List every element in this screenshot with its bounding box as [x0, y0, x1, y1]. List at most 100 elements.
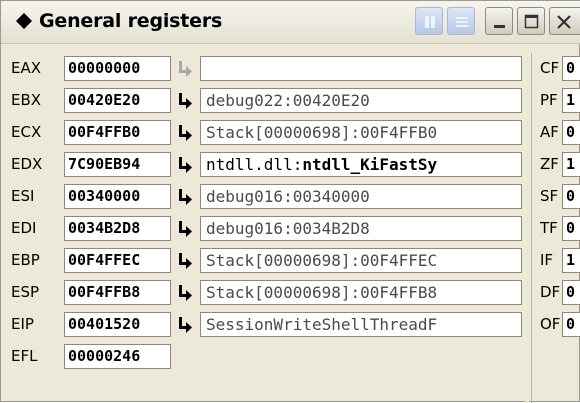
register-value-field[interactable]: 00420E20 [64, 88, 171, 113]
register-list: EAX 00000000 EBX 00420E20 debug022:00420E20 E… [11, 53, 523, 403]
flag-name: TF [540, 219, 558, 237]
register-row-eip: EIP 00401520 SessionWriteShellThreadF [11, 309, 523, 341]
register-reference-field[interactable]: debug022:00420E20 [200, 88, 522, 113]
maximize-icon [524, 14, 539, 29]
minimize-button[interactable] [485, 7, 513, 35]
reference-location: ntdll.dll: [206, 155, 303, 174]
register-name: EFL [11, 347, 38, 365]
flag-row-zf: ZF 1 [532, 149, 580, 181]
flag-name: SF [540, 187, 559, 205]
register-name: EAX [11, 59, 42, 77]
register-reference-field[interactable]: ntdll.dll:ntdll_KiFastSy [200, 152, 522, 177]
reference-location: Stack[00000698]:00F4FFB0 [206, 123, 438, 142]
flag-name: PF [540, 91, 558, 109]
register-value-field[interactable]: 00340000 [64, 184, 171, 209]
close-icon [557, 15, 571, 29]
register-name: EBX [11, 91, 42, 109]
flag-row-af: AF 0 [532, 117, 580, 149]
flag-value-field[interactable]: 0 [562, 184, 580, 209]
jump-arrow-icon[interactable] [177, 189, 193, 205]
jump-arrow-disabled-icon[interactable] [177, 61, 193, 77]
register-value-field[interactable]: 00F4FFEC [64, 248, 171, 273]
register-row-eax: EAX 00000000 [11, 53, 523, 85]
register-row-efl: EFL 00000246 [11, 341, 523, 373]
flag-value-field[interactable]: 1 [562, 248, 580, 273]
flag-name: DF [540, 283, 561, 301]
general-registers-window: General registers EAX 00000000 EBX 00420… [0, 0, 580, 403]
jump-arrow-icon[interactable] [177, 125, 193, 141]
reference-symbol: ntdll_KiFastSy [302, 155, 438, 174]
flag-row-tf: TF 0 [532, 213, 580, 245]
jump-arrow-icon[interactable] [177, 285, 193, 301]
flag-row-pf: PF 1 [532, 85, 580, 117]
register-name: ESI [11, 187, 35, 205]
minimize-icon [494, 25, 505, 28]
register-reference-field[interactable]: debug016:00340000 [200, 184, 522, 209]
register-reference-field[interactable]: Stack[00000698]:00F4FFB0 [200, 120, 522, 145]
register-name: EIP [11, 315, 34, 333]
reference-location: debug016:0034B2D8 [206, 219, 370, 238]
reference-location: Stack[00000698]:00F4FFB8 [206, 283, 438, 302]
flag-row-cf: CF 0 [532, 53, 580, 85]
title-extra-button-1[interactable] [415, 7, 443, 35]
flag-row-of: OF 0 [532, 309, 580, 341]
flag-row-sf: SF 0 [532, 181, 580, 213]
register-row-ebx: EBX 00420E20 debug022:00420E20 [11, 85, 523, 117]
window-title: General registers [39, 10, 223, 32]
register-name: EBP [11, 251, 40, 269]
maximize-button[interactable] [517, 7, 545, 35]
register-reference-field[interactable]: Stack[00000698]:00F4FFB8 [200, 280, 522, 305]
reference-location: Stack[00000698]:00F4FFEC [206, 251, 438, 270]
register-row-esi: ESI 00340000 debug016:00340000 [11, 181, 523, 213]
register-reference-field[interactable]: SessionWriteShellThreadF [200, 312, 522, 337]
flag-name: AF [540, 123, 559, 141]
register-value-field[interactable]: 00F4FFB8 [64, 280, 171, 305]
register-row-edx: EDX 7C90EB94 ntdll.dll:ntdll_KiFastSy [11, 149, 523, 181]
flag-value-field[interactable]: 0 [562, 56, 580, 81]
flag-name: IF [540, 251, 554, 269]
flag-value-field[interactable]: 0 [562, 120, 580, 145]
flag-value-field[interactable]: 0 [562, 280, 580, 305]
register-name: ECX [11, 123, 42, 141]
flag-value-field[interactable]: 1 [562, 88, 580, 113]
register-name: EDI [11, 219, 37, 237]
jump-arrow-icon[interactable] [177, 93, 193, 109]
reference-location: debug016:00340000 [206, 187, 370, 206]
register-name: EDX [11, 155, 43, 173]
register-reference-field[interactable]: debug016:0034B2D8 [200, 216, 522, 241]
close-button[interactable] [549, 7, 580, 35]
register-value-field[interactable]: 00000000 [64, 56, 171, 81]
register-value-field[interactable]: 00401520 [64, 312, 171, 337]
register-name: ESP [11, 283, 40, 301]
reference-location: debug022:00420E20 [206, 91, 370, 110]
register-value-field[interactable]: 7C90EB94 [64, 152, 171, 177]
panel-separator[interactable] [525, 53, 529, 403]
flag-row-df: DF 0 [532, 277, 580, 309]
reference-location: SessionWriteShellThreadF [206, 315, 438, 334]
jump-arrow-icon[interactable] [177, 253, 193, 269]
jump-arrow-icon[interactable] [177, 317, 193, 333]
register-reference-field[interactable]: Stack[00000698]:00F4FFEC [200, 248, 522, 273]
register-value-field[interactable]: 00000246 [64, 344, 171, 369]
window-menu-icon [425, 16, 435, 28]
flag-value-field[interactable]: 0 [562, 216, 580, 241]
flag-name: ZF [540, 155, 559, 173]
flags-list: CF 0 PF 1 AF 0 ZF 1 SF 0 TF 0 IF 1 DF 0 OF 0 [531, 53, 580, 403]
registers-body: EAX 00000000 EBX 00420E20 debug022:00420E20 E… [11, 53, 580, 403]
diamond-icon [16, 13, 32, 29]
list-icon [456, 17, 468, 27]
flag-value-field[interactable]: 0 [562, 312, 580, 337]
register-row-ebp: EBP 00F4FFEC Stack[00000698]:00F4FFEC [11, 245, 523, 277]
register-value-field[interactable]: 0034B2D8 [64, 216, 171, 241]
flag-row-if: IF 1 [532, 245, 580, 277]
register-value-field[interactable]: 00F4FFB0 [64, 120, 171, 145]
title-extra-button-2[interactable] [447, 7, 475, 35]
register-reference-field[interactable] [200, 56, 522, 81]
jump-arrow-icon[interactable] [177, 221, 193, 237]
register-row-ecx: ECX 00F4FFB0 Stack[00000698]:00F4FFB0 [11, 117, 523, 149]
title-bar[interactable]: General registers [1, 1, 580, 44]
register-row-edi: EDI 0034B2D8 debug016:0034B2D8 [11, 213, 523, 245]
flag-value-field[interactable]: 1 [562, 152, 580, 177]
register-row-esp: ESP 00F4FFB8 Stack[00000698]:00F4FFB8 [11, 277, 523, 309]
jump-arrow-icon[interactable] [177, 157, 193, 173]
